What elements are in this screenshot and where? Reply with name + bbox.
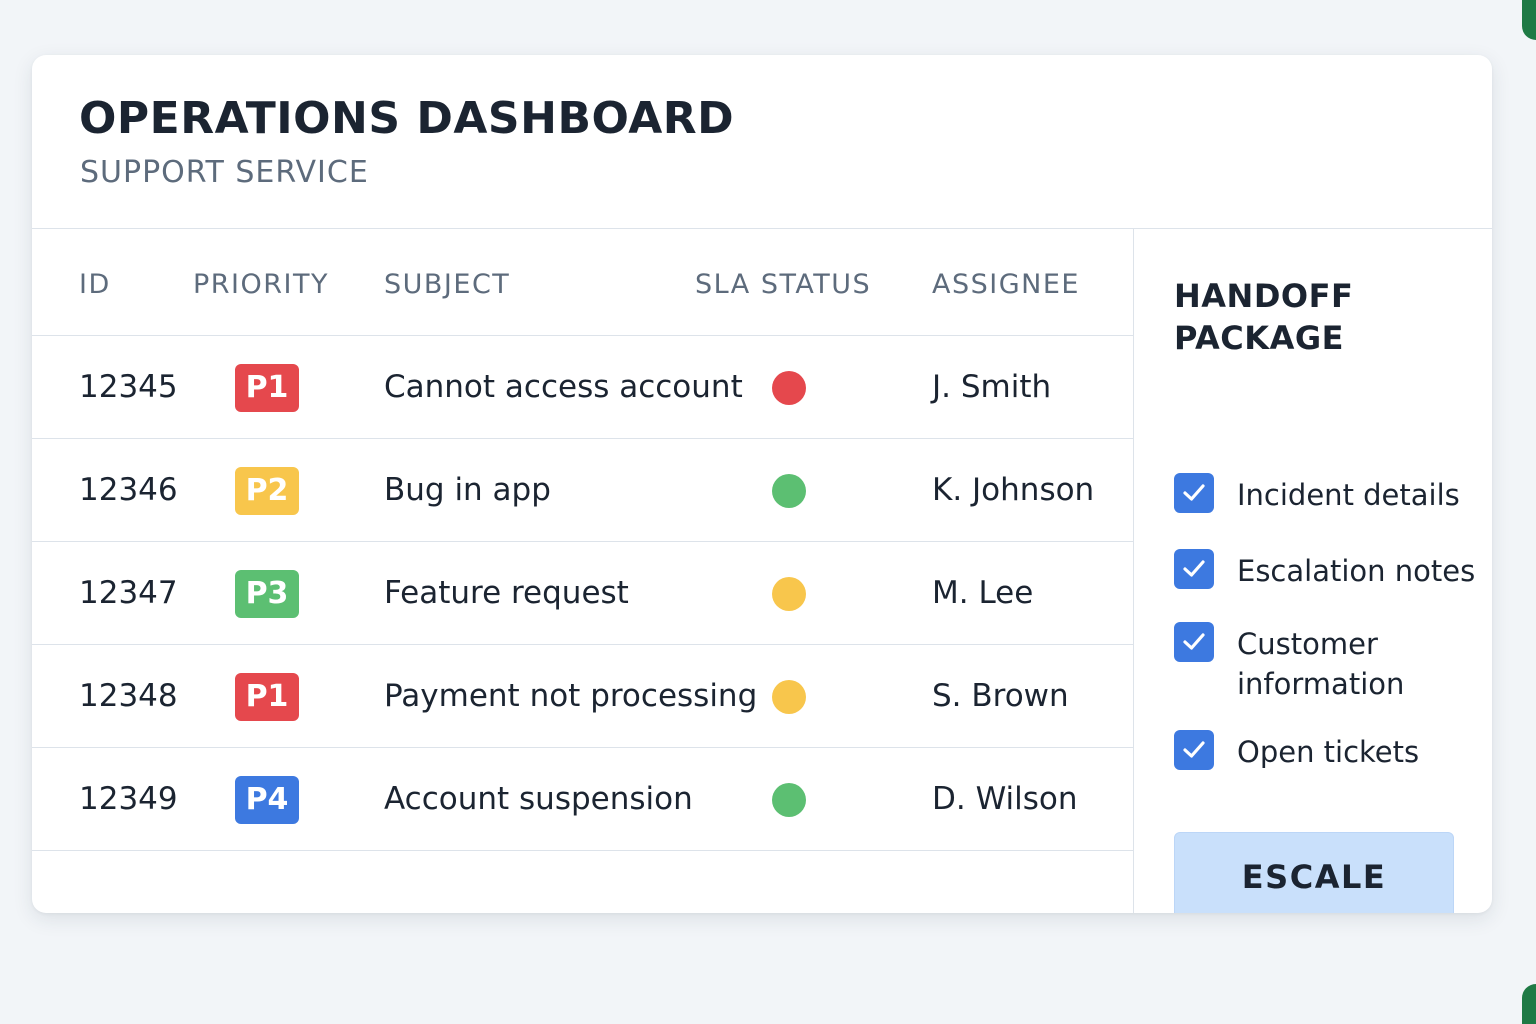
sla-status-indicator (772, 577, 806, 611)
tickets-table: ID PRIORITY SUBJECT SLA STATUS ASSIGNEE … (32, 229, 1134, 913)
ticket-subject: Feature request (384, 575, 629, 611)
checklist-label: Incident details (1237, 478, 1460, 512)
ticket-id: 12345 (79, 369, 178, 405)
handoff-panel: HANDOFF PACKAGE Incident details Escalat… (1134, 229, 1492, 913)
ticket-assignee: S. Brown (932, 678, 1069, 714)
corner-accent-top (1522, 0, 1536, 40)
checklist-label: Escalation notes (1237, 554, 1476, 588)
priority-badge: P4 (235, 776, 299, 824)
priority-badge: P3 (235, 570, 299, 618)
ticket-assignee: D. Wilson (932, 781, 1078, 817)
ticket-subject: Cannot access account (384, 369, 743, 405)
priority-badge: P1 (235, 673, 299, 721)
ticket-assignee: K. Johnson (932, 472, 1095, 508)
column-header-id[interactable]: ID (79, 269, 111, 300)
column-header-sla-status[interactable]: SLA STATUS (695, 269, 871, 300)
sla-status-indicator (772, 680, 806, 714)
sla-status-indicator (772, 474, 806, 508)
checklist-label: Open tickets (1237, 735, 1420, 769)
page-subtitle: SUPPORT SERVICE (80, 155, 369, 190)
ticket-subject: Bug in app (384, 472, 551, 508)
escalate-button[interactable]: ESCALE (1174, 832, 1454, 913)
priority-badge: P1 (235, 364, 299, 412)
dashboard-header: OPERATIONS DASHBOARD SUPPORT SERVICE (32, 55, 1492, 229)
table-row[interactable]: 12345 P1 Cannot access account J. Smith (32, 336, 1133, 439)
checkbox[interactable] (1174, 622, 1214, 662)
checkmark-icon (1183, 633, 1205, 650)
page-title: OPERATIONS DASHBOARD (79, 93, 735, 144)
ticket-id: 12349 (79, 781, 178, 817)
checkmark-icon (1183, 484, 1205, 501)
checkbox[interactable] (1174, 549, 1214, 589)
checkmark-icon (1183, 560, 1205, 577)
ticket-subject: Account suspension (384, 781, 693, 817)
checkbox[interactable] (1174, 730, 1214, 770)
column-header-priority[interactable]: PRIORITY (193, 269, 329, 300)
column-header-assignee[interactable]: ASSIGNEE (932, 269, 1080, 300)
ticket-id: 12346 (79, 472, 178, 508)
ticket-assignee: M. Lee (932, 575, 1034, 611)
checklist-label: Customer information (1237, 627, 1405, 701)
table-row[interactable]: 12349 P4 Account suspension D. Wilson (32, 748, 1133, 851)
column-header-subject[interactable]: SUBJECT (384, 269, 510, 300)
ticket-id: 12348 (79, 678, 178, 714)
sla-status-indicator (772, 371, 806, 405)
sla-status-indicator (772, 783, 806, 817)
table-header-row: ID PRIORITY SUBJECT SLA STATUS ASSIGNEE (32, 229, 1133, 336)
table-row[interactable]: 12347 P3 Feature request M. Lee (32, 542, 1133, 645)
corner-accent-bottom (1522, 984, 1536, 1024)
ticket-id: 12347 (79, 575, 178, 611)
handoff-panel-title: HANDOFF PACKAGE (1174, 277, 1354, 357)
ticket-subject: Payment not processing (384, 678, 758, 714)
checkmark-icon (1183, 741, 1205, 758)
priority-badge: P2 (235, 467, 299, 515)
table-row[interactable]: 12348 P1 Payment not processing S. Brown (32, 645, 1133, 748)
ticket-assignee: J. Smith (932, 369, 1052, 405)
table-row[interactable]: 12346 P2 Bug in app K. Johnson (32, 439, 1133, 542)
dashboard-card: OPERATIONS DASHBOARD SUPPORT SERVICE ID … (32, 55, 1492, 913)
checkbox[interactable] (1174, 473, 1214, 513)
